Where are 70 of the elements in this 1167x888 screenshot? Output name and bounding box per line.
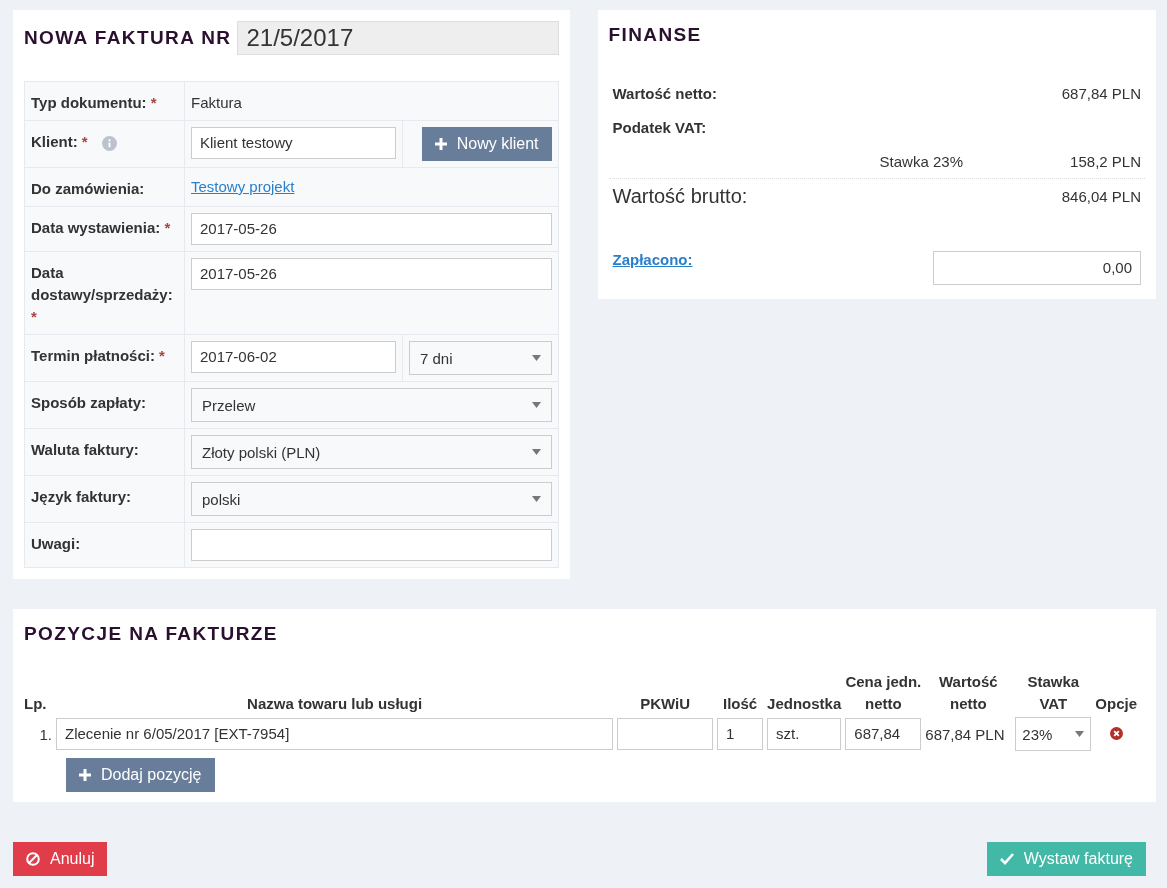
paid-link[interactable]: Zapłacono: <box>612 251 693 268</box>
net-label: Wartość netto: <box>612 84 717 102</box>
section-title: FINANSE <box>608 24 703 46</box>
select-field[interactable]: Złoty polski (PLN) <box>191 435 552 469</box>
column-header: Jednostka <box>767 694 842 714</box>
delete-icon[interactable] <box>1109 726 1123 740</box>
select-field[interactable]: 23% <box>1015 717 1092 751</box>
add-item-button[interactable]: Dodaj pozycję <box>66 758 215 792</box>
caret-icon <box>531 449 541 455</box>
input-field[interactable]: 2017-06-02 <box>191 341 396 373</box>
net-value: 687,84 PLN <box>1061 84 1141 102</box>
cancel-button[interactable]: Anuluj <box>13 842 108 876</box>
input-field[interactable]: Zlecenie nr 6/05/2017 [EXT-7954] <box>56 718 614 750</box>
column-header: PKWiU <box>639 694 692 714</box>
input-field[interactable] <box>191 529 552 561</box>
vat-rate-value: 158,2 PLN <box>1069 152 1142 170</box>
new-client-button[interactable]: Nowy klient <box>421 127 552 161</box>
caret-icon <box>531 402 541 408</box>
field-label: Klient: <box>31 133 78 150</box>
paid-field[interactable]: 0,00 <box>933 251 1141 285</box>
required-mark: * <box>31 308 37 325</box>
field-label: Do zamówienia: <box>31 180 145 197</box>
required-mark: * <box>159 347 165 364</box>
input-field[interactable] <box>617 718 714 750</box>
plus-icon <box>79 769 91 781</box>
info-icon[interactable] <box>101 135 117 151</box>
column-header: Ilość <box>722 694 759 714</box>
table-cell-text: 687,84 PLN <box>925 724 1006 745</box>
project-link[interactable]: Testowy projekt <box>191 174 295 195</box>
invoice-number-field[interactable]: 21/5/2017 <box>237 21 559 55</box>
input-field[interactable]: 687,84 <box>845 718 922 750</box>
required-mark: * <box>81 133 88 150</box>
field-label: Data wystawienia: <box>31 219 161 236</box>
column-header: Opcje <box>1095 694 1137 714</box>
input-field[interactable]: 2017-05-26 <box>191 258 552 290</box>
required-mark: * <box>164 219 171 236</box>
select-field[interactable]: 7 dni <box>409 341 552 375</box>
field-label: Termin płatności: <box>31 347 155 364</box>
field-label: Typ dokumentu: <box>31 94 147 111</box>
field-label: Uwagi: <box>31 535 81 552</box>
check-icon <box>999 853 1014 865</box>
row-number: 1. <box>38 724 52 745</box>
gross-value: 846,04 PLN <box>1061 187 1141 205</box>
input-field[interactable]: szt. <box>767 718 842 750</box>
field-label: Data dostawy/sprzedaży: <box>31 264 173 303</box>
gross-label: Wartość brutto: <box>612 184 748 208</box>
select-field[interactable]: polski <box>191 482 552 516</box>
input-field[interactable]: 1 <box>717 718 764 750</box>
caret-icon <box>531 496 541 502</box>
section-title: POZYCJE NA FAKTURZE <box>24 623 279 645</box>
field-label: Waluta faktury: <box>31 441 139 458</box>
caret-icon <box>1075 731 1085 737</box>
column-header: Wartość netto <box>938 672 999 714</box>
caret-icon <box>531 355 541 361</box>
column-header: Stawka VAT <box>1026 672 1081 714</box>
section-title: NOWA FAKTURA NR <box>24 27 232 49</box>
vat-label: Podatek VAT: <box>612 118 707 136</box>
field-label: Sposób zapłaty: <box>31 394 146 411</box>
vat-rate-label: Stawka 23% <box>878 152 964 170</box>
cancel-icon <box>26 852 40 866</box>
select-field[interactable]: Przelew <box>191 388 552 422</box>
column-header: Cena jedn. netto <box>845 672 922 714</box>
field-value: Faktura <box>191 93 243 113</box>
column-header: Lp. <box>24 694 48 714</box>
column-header: Nazwa towaru lub usługi <box>246 694 424 714</box>
input-field[interactable]: Klient testowy <box>191 127 396 159</box>
required-mark: * <box>150 94 157 111</box>
field-label: Język faktury: <box>31 488 132 505</box>
plus-icon <box>434 138 447 150</box>
input-field[interactable]: 2017-05-26 <box>191 213 552 245</box>
